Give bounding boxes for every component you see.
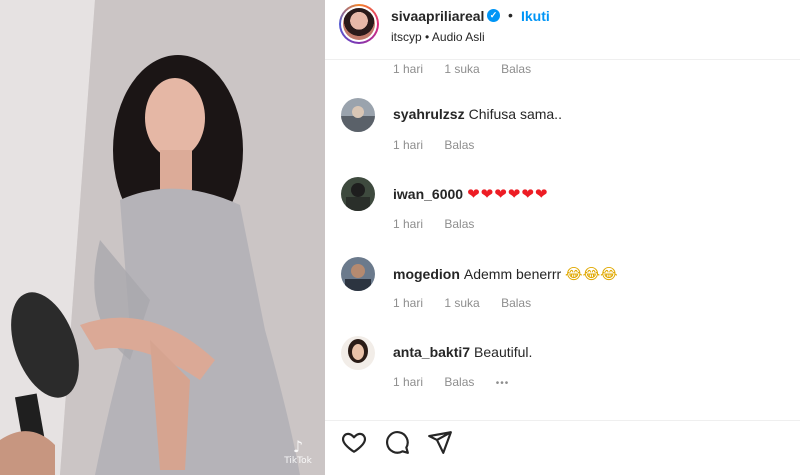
comment-meta: 1 hari 1 suka Balas (393, 62, 549, 76)
comment-meta: 1 hari Balas ••• (393, 375, 527, 389)
comment-body: anta_bakti7 Beautiful. (393, 344, 532, 360)
commenter-avatar[interactable] (341, 257, 375, 291)
verified-badge-icon: ✓ (487, 9, 500, 22)
comment-text: Beautiful. (474, 344, 533, 360)
heart-icon[interactable] (341, 429, 367, 455)
post-actions-bar (325, 420, 800, 475)
commenter-username[interactable]: anta_bakti7 (393, 344, 470, 360)
comment-body: iwan_6000 ❤❤❤❤❤❤ (393, 185, 548, 203)
comment-time: 1 hari (393, 217, 424, 231)
comment-item: mogedion Ademm benerrr 😂😂😂 (341, 257, 786, 297)
follow-button[interactable]: Ikuti (521, 8, 550, 24)
commenter-avatar[interactable] (341, 98, 375, 132)
comment-meta: 1 hari 1 suka Balas (393, 296, 549, 310)
post-header: sivaapriliareal ✓ • Ikuti itscyp • Audio… (325, 0, 800, 60)
commenter-avatar[interactable] (341, 336, 375, 370)
comment-text: Chifusa sama.. (468, 106, 562, 122)
comment-item: syahrulzsz Chifusa sama.. (341, 98, 786, 138)
send-icon[interactable] (427, 429, 453, 455)
comment-likes[interactable]: 1 suka (444, 296, 479, 310)
audio-info: itscyp • Audio Asli (391, 30, 485, 44)
post-media[interactable]: ♪ TikTok (0, 0, 325, 475)
laughing-emoji: 😂😂😂 (565, 265, 618, 283)
comment-time: 1 hari (393, 296, 424, 310)
comment-bubble-icon[interactable] (384, 429, 410, 455)
post-photo (0, 0, 325, 475)
tiktok-watermark: ♪ TikTok (278, 437, 318, 467)
header-separator: • (508, 7, 513, 23)
commenter-username[interactable]: syahrulzsz (393, 106, 465, 122)
audio-separator: • (425, 30, 430, 44)
comment-likes[interactable]: 1 suka (444, 62, 479, 76)
comment-time: 1 hari (393, 62, 424, 76)
comment-body: mogedion Ademm benerrr 😂😂😂 (393, 265, 618, 283)
tiktok-logo-icon: ♪ (292, 437, 304, 456)
comment-meta: 1 hari Balas (393, 217, 492, 231)
author-avatar[interactable] (339, 4, 379, 44)
comment-body: syahrulzsz Chifusa sama.. (393, 106, 562, 122)
comment-text: Ademm benerrr (463, 266, 562, 282)
comment-item: iwan_6000 ❤❤❤❤❤❤ (341, 177, 786, 217)
reply-button[interactable]: Balas (444, 375, 474, 389)
comments-list[interactable]: 1 hari 1 suka Balas syahrulzsz Chifusa sa… (325, 60, 800, 420)
author-username[interactable]: sivaapriliareal (391, 8, 484, 24)
comment-time: 1 hari (393, 138, 424, 152)
reply-button[interactable]: Balas (501, 296, 531, 310)
commenter-username[interactable]: iwan_6000 (393, 186, 463, 202)
post-side-panel: sivaapriliareal ✓ • Ikuti itscyp • Audio… (325, 0, 800, 475)
commenter-avatar[interactable] (341, 177, 375, 211)
comment-meta: 1 hari Balas (393, 138, 492, 152)
reply-button[interactable]: Balas (501, 62, 531, 76)
reply-button[interactable]: Balas (444, 138, 474, 152)
comment-text: ❤❤❤❤❤❤ (467, 185, 549, 203)
audio-label[interactable]: Audio Asli (432, 30, 485, 44)
comment-item: anta_bakti7 Beautiful. (341, 336, 786, 376)
more-options-icon[interactable]: ••• (496, 378, 510, 389)
tiktok-watermark-text: TikTok (284, 456, 312, 466)
comment-time: 1 hari (393, 375, 424, 389)
reply-button[interactable]: Balas (444, 217, 474, 231)
commenter-username[interactable]: mogedion (393, 266, 460, 282)
audio-user[interactable]: itscyp (391, 30, 422, 44)
